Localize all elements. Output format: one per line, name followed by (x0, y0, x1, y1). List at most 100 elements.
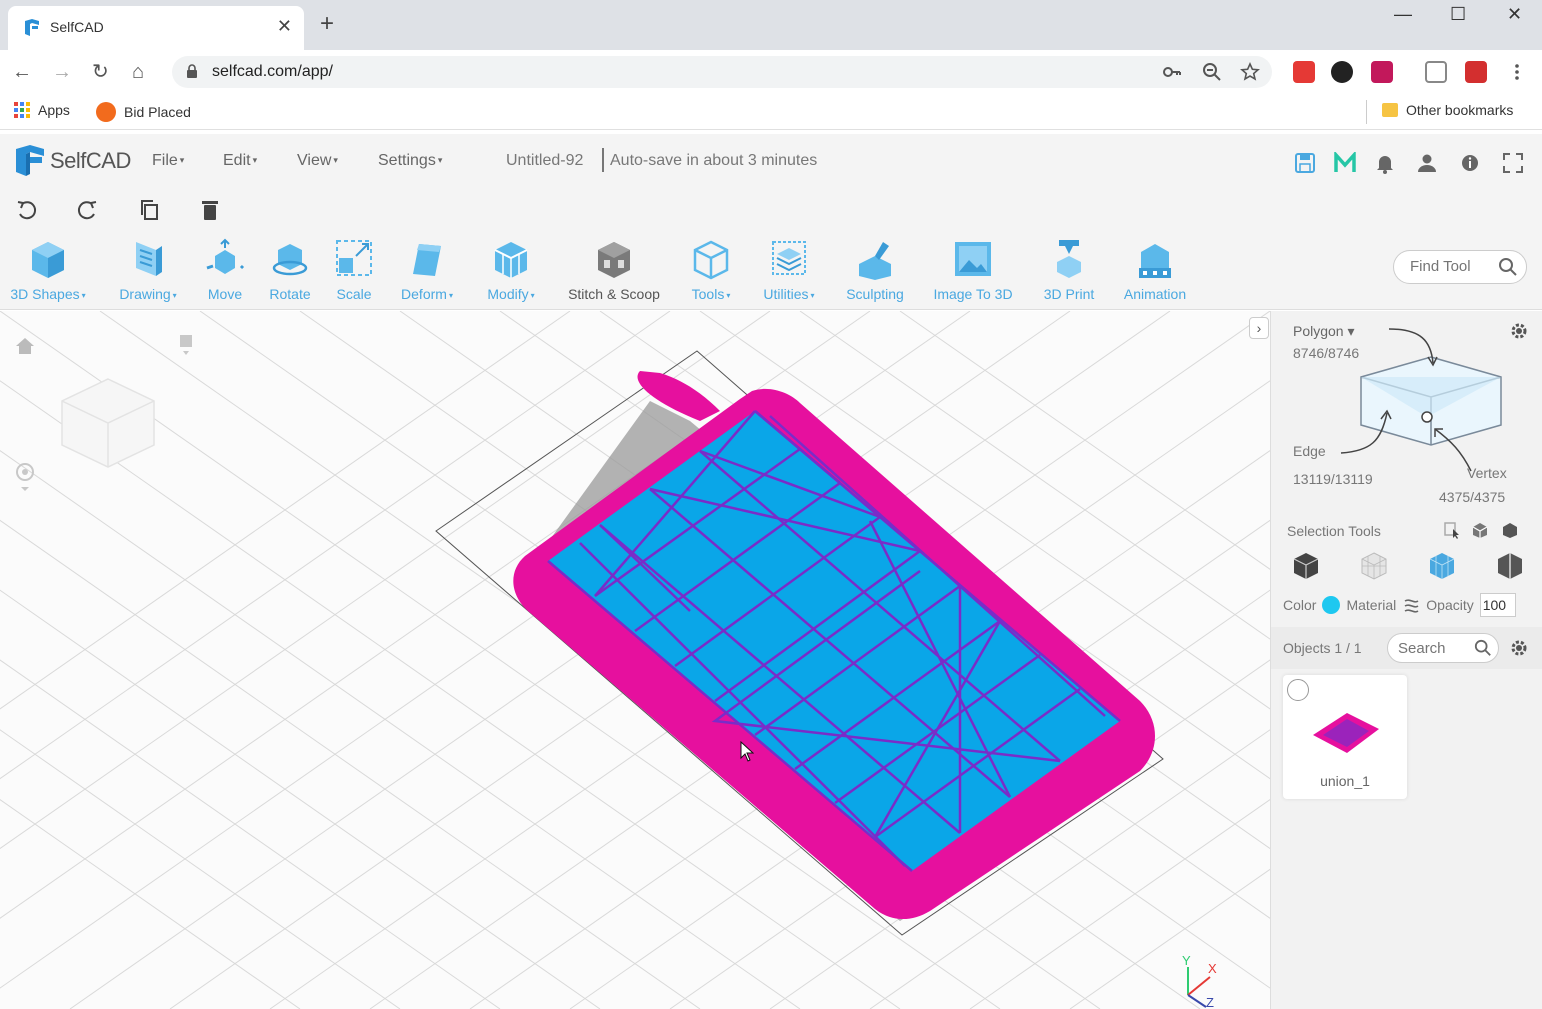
find-tool-search[interactable] (1393, 250, 1527, 284)
browser-tab[interactable]: SelfCAD ✕ (8, 6, 304, 50)
tool-deform[interactable]: Deform ▾ (392, 238, 462, 302)
tool-stitch-scoop[interactable]: Stitch & Scoop (560, 238, 668, 302)
tool-rotate[interactable]: Rotate (264, 238, 316, 302)
trash-icon[interactable] (198, 198, 222, 222)
utilities-icon (772, 241, 806, 275)
image-to-3d-icon (955, 242, 991, 276)
minimize-icon[interactable]: — (1394, 4, 1412, 25)
search-icon[interactable] (1498, 257, 1518, 277)
save-icon[interactable] (1294, 152, 1316, 174)
material-icon[interactable] (1402, 596, 1420, 614)
tool-tools[interactable]: Tools ▾ (684, 238, 738, 302)
scale-icon (336, 240, 372, 276)
animation-icon (1139, 244, 1171, 278)
selfcad-logo[interactable]: SelfCAD (14, 144, 131, 178)
axis-gizmo: Y X Z (1182, 953, 1217, 1009)
tool-label: Rotate (269, 286, 311, 302)
key-icon[interactable] (1162, 62, 1182, 82)
fullscreen-icon[interactable] (1502, 152, 1524, 174)
menu-settings[interactable]: Settings ▾ (378, 152, 442, 170)
material-label[interactable]: Material (1346, 597, 1396, 613)
tool-utilities[interactable]: Utilities ▾ (754, 238, 824, 302)
3d-viewport[interactable]: Y X Z › (0, 311, 1270, 1009)
search-icon[interactable] (1474, 639, 1492, 657)
tool-3d-print[interactable]: 3D Print (1036, 238, 1102, 302)
select-pointer-icon[interactable] (1443, 521, 1461, 539)
tool-scale[interactable]: Scale (332, 238, 376, 302)
url-text[interactable]: selfcad.com/app/ (212, 63, 333, 81)
menu-label: Settings (378, 152, 436, 169)
xray-mode-icon[interactable] (1495, 551, 1525, 581)
extension-icon[interactable] (1293, 61, 1315, 83)
tool-image-to-3d[interactable]: Image To 3D (926, 238, 1020, 302)
info-icon[interactable] (1459, 152, 1481, 174)
orbit-icon[interactable] (14, 461, 36, 495)
menu-file[interactable]: File ▾ (152, 152, 184, 170)
gear-icon[interactable] (1509, 638, 1529, 658)
bookmark-star-icon[interactable] (1240, 62, 1260, 82)
tool-sculpting[interactable]: Sculpting (840, 238, 910, 302)
home-icon[interactable]: ⌂ (132, 60, 144, 84)
menu-label: Edit (223, 152, 251, 169)
close-window-icon[interactable]: ✕ (1507, 4, 1522, 25)
reading-list-icon[interactable] (1425, 61, 1447, 83)
tool-label: Sculpting (846, 286, 904, 302)
select-box-icon[interactable] (1471, 521, 1489, 539)
undo-icon[interactable] (14, 198, 38, 222)
menu-view[interactable]: View ▾ (297, 152, 338, 170)
object-search[interactable] (1387, 633, 1499, 663)
scene-canvas[interactable] (0, 311, 1270, 1009)
redo-icon[interactable] (76, 198, 100, 222)
wireframe-mode-icon[interactable] (1359, 551, 1389, 581)
tab-close-icon[interactable]: ✕ (277, 16, 292, 37)
title-separator (602, 148, 604, 172)
caret-icon: ▾ (437, 155, 443, 166)
bookmark-bid-placed[interactable]: Bid Placed (96, 102, 191, 122)
home-view-icon[interactable] (14, 335, 36, 357)
tool-drawing[interactable]: Drawing ▾ (110, 238, 186, 302)
object-search-input[interactable] (1398, 640, 1468, 657)
object-select-checkbox[interactable] (1287, 679, 1309, 701)
opacity-input[interactable]: 100 (1479, 593, 1516, 617)
forward-icon[interactable]: → (52, 60, 72, 84)
extension-icon[interactable] (1371, 61, 1393, 83)
maximize-icon[interactable]: ☐ (1450, 4, 1466, 25)
magicplan-m-icon[interactable] (1334, 152, 1356, 174)
tool-label: Modify ▾ (487, 286, 535, 302)
tool-3d-shapes[interactable]: 3D Shapes ▾ (4, 238, 92, 302)
document-title[interactable]: Untitled-92 (506, 152, 583, 170)
modify-icon (494, 242, 528, 278)
omnibox[interactable]: selfcad.com/app/ (172, 56, 1272, 88)
panel-collapse-button[interactable]: › (1249, 317, 1269, 339)
tool-label: Utilities ▾ (763, 286, 815, 302)
solid-mode-icon[interactable] (1291, 551, 1321, 581)
tool-move[interactable]: Move (202, 238, 248, 302)
camera-toggle-icon[interactable] (178, 333, 194, 359)
copy-icon[interactable] (138, 198, 162, 222)
color-swatch[interactable] (1322, 596, 1341, 614)
menu-edit[interactable]: Edit ▾ (223, 152, 257, 170)
other-bookmarks[interactable]: Other bookmarks (1382, 102, 1513, 118)
tool-label: Move (207, 286, 243, 302)
zoom-icon[interactable] (1202, 62, 1222, 82)
new-tab-button[interactable]: + (320, 12, 334, 36)
find-tool-input[interactable] (1410, 258, 1496, 275)
select-all-icon[interactable] (1501, 521, 1519, 539)
extension-icon[interactable] (1465, 61, 1487, 83)
axis-z-label: Z (1206, 995, 1214, 1009)
face-mode-icon[interactable] (1427, 551, 1457, 581)
extension-icon[interactable] (1331, 61, 1353, 83)
bookmarks-bar: Apps Bid Placed Other bookmarks (0, 94, 1542, 130)
browser-menu-icon[interactable] (1510, 62, 1524, 82)
tool-animation[interactable]: Animation (1118, 238, 1192, 302)
logo-text: SelfCAD (50, 148, 131, 173)
bookmark-apps[interactable]: Apps (14, 102, 70, 118)
bell-icon[interactable] (1374, 152, 1396, 174)
tool-modify[interactable]: Modify ▾ (478, 238, 544, 302)
view-cube[interactable] (56, 373, 160, 469)
gear-icon[interactable] (1509, 321, 1529, 341)
object-thumbnail-card[interactable]: union_1 (1283, 675, 1407, 799)
reload-icon[interactable]: ↻ (92, 60, 109, 84)
user-icon[interactable] (1416, 152, 1438, 174)
back-icon[interactable]: ← (12, 60, 32, 84)
